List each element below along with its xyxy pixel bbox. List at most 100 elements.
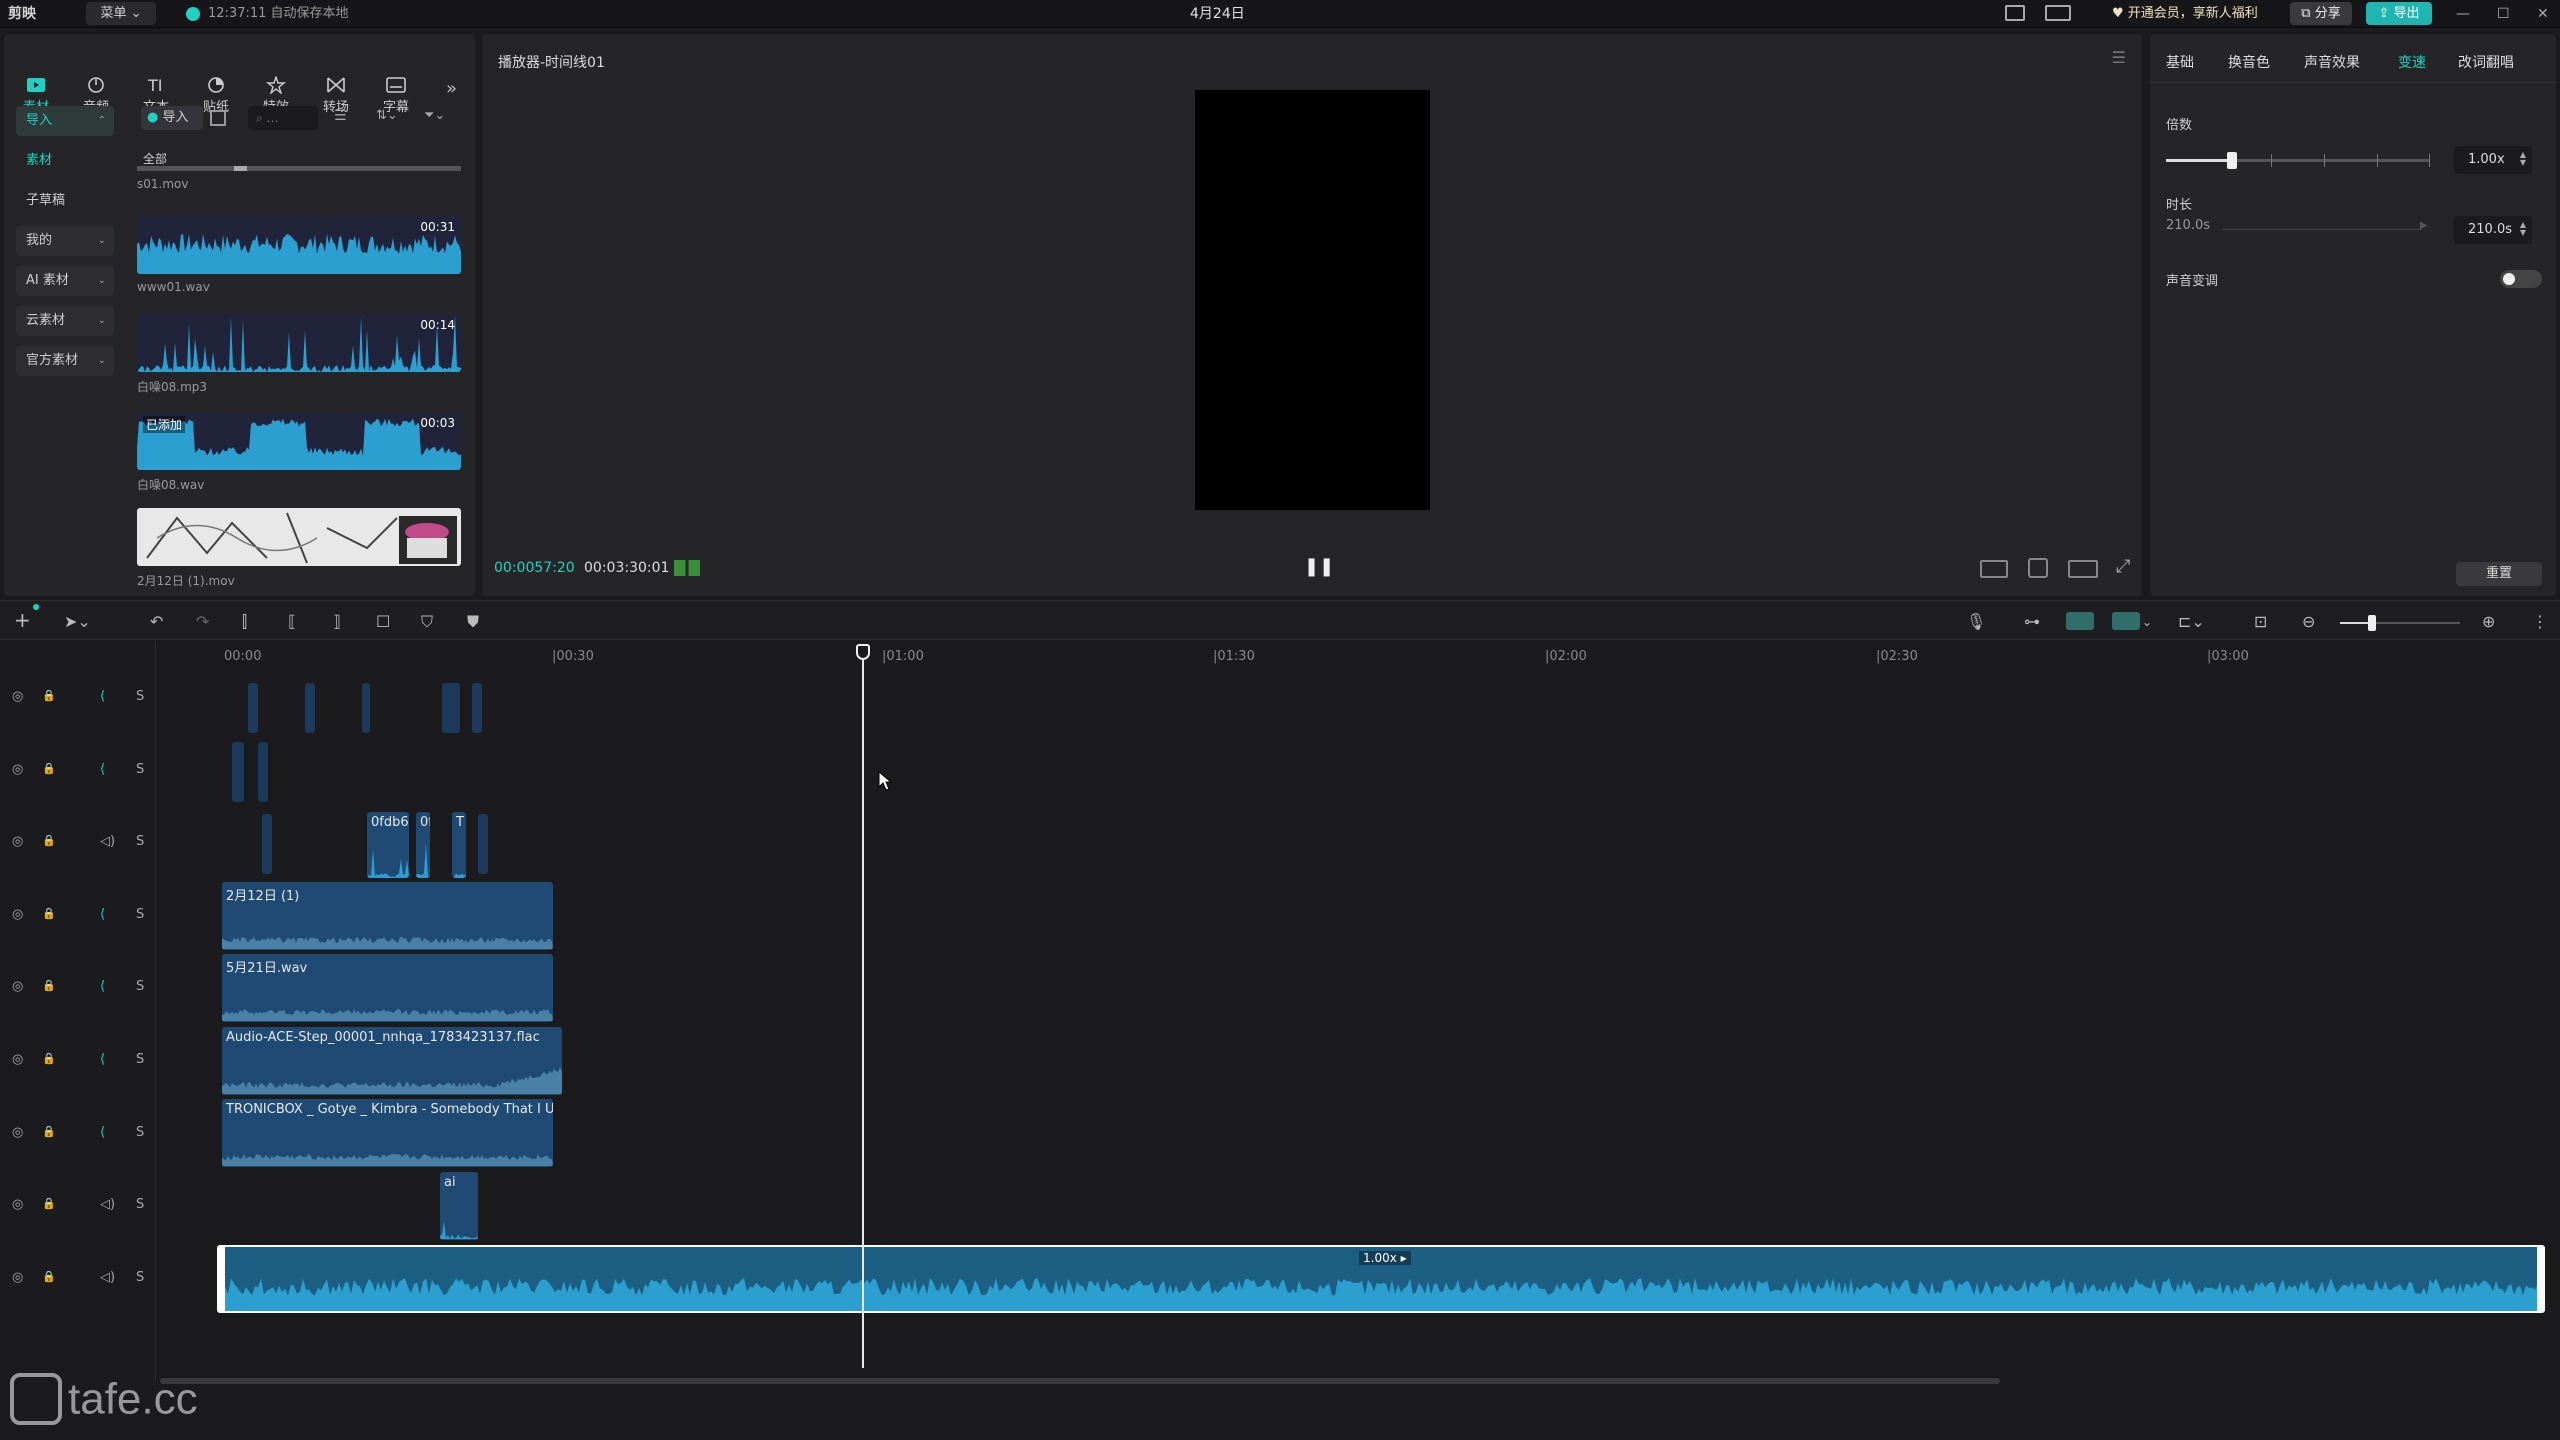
playhead-handle[interactable] bbox=[856, 644, 870, 660]
fit-icon[interactable]: ⊡ bbox=[2254, 612, 2267, 631]
timeline-clip[interactable]: 5月21日.wav bbox=[222, 954, 553, 1022]
link-icon[interactable]: ⊶ bbox=[2024, 612, 2040, 631]
sidebar-item-cloud[interactable]: 云素材 ⌄ bbox=[16, 306, 114, 336]
layout-icon[interactable] bbox=[2005, 5, 2025, 21]
timeline-clip[interactable] bbox=[248, 683, 258, 733]
sidebar-item-subdraft[interactable]: 子草稿 bbox=[16, 186, 114, 216]
volume-icon[interactable]: ◁) bbox=[100, 1270, 115, 1285]
filter-icon[interactable]: ⏷⌄ bbox=[424, 108, 445, 123]
volume-icon[interactable]: ⟨ bbox=[100, 762, 105, 777]
volume-icon[interactable]: ⟨ bbox=[100, 689, 105, 704]
minimize-icon[interactable]: — bbox=[2456, 0, 2470, 28]
chevron-down-icon[interactable]: ⌄ bbox=[2142, 615, 2152, 629]
zoom-slider-handle[interactable] bbox=[2368, 615, 2376, 631]
add-track-icon[interactable]: + bbox=[14, 608, 31, 632]
solo-icon[interactable]: S bbox=[136, 979, 144, 994]
timeline-clip[interactable]: 2月12日 (1) bbox=[222, 882, 553, 950]
solo-icon[interactable]: S bbox=[136, 689, 144, 704]
microphone-icon[interactable]: 🎙 bbox=[1966, 612, 1986, 631]
reset-button[interactable]: 重置 bbox=[2456, 562, 2542, 586]
redo-icon[interactable]: ↷ bbox=[196, 612, 209, 631]
mute-icon[interactable]: ◎ bbox=[12, 762, 23, 777]
clip-trim-left-handle[interactable] bbox=[219, 1247, 225, 1311]
timeline-clip[interactable] bbox=[362, 683, 370, 733]
solo-icon[interactable]: S bbox=[136, 1270, 144, 1285]
player-menu-icon[interactable]: ☰ bbox=[2112, 48, 2126, 67]
marker-icon[interactable]: ⛉ bbox=[421, 612, 433, 632]
more-tools-button[interactable]: » bbox=[446, 78, 457, 99]
sidebar-item-media[interactable]: 素材 bbox=[16, 146, 114, 176]
mute-icon[interactable]: ◎ bbox=[12, 1052, 23, 1067]
solo-icon[interactable]: S bbox=[136, 1125, 144, 1140]
lock-icon[interactable]: 🔒 bbox=[42, 1197, 56, 1210]
timeline-clip[interactable] bbox=[472, 683, 482, 733]
zoom-out-icon[interactable]: ⊖ bbox=[2302, 612, 2315, 631]
lock-icon[interactable]: 🔒 bbox=[42, 689, 56, 702]
sidebar-item-ai[interactable]: AI 素材 ⌄ bbox=[16, 266, 114, 296]
grid-view-icon[interactable] bbox=[210, 110, 226, 126]
timeline-clip[interactable]: Audio-ACE-Step_00001_nnhqa_1783423137.fl… bbox=[222, 1027, 562, 1095]
tab-basic[interactable]: 基础 bbox=[2166, 52, 2194, 72]
close-icon[interactable]: ✕ bbox=[2537, 0, 2549, 28]
share-button[interactable]: ⧉ 分享 bbox=[2290, 2, 2352, 25]
timeline-clip[interactable]: TRONICBOX _ Gotye _ Kimbra - Somebody Th… bbox=[222, 1099, 553, 1167]
speed-input[interactable]: 1.00x ▲ ▼ bbox=[2454, 146, 2532, 174]
tab-voice-change[interactable]: 换音色 bbox=[2228, 52, 2270, 72]
timeline-clip[interactable] bbox=[478, 814, 488, 874]
volume-icon[interactable]: ⟨ bbox=[100, 1052, 105, 1067]
mute-icon[interactable]: ◎ bbox=[12, 979, 23, 994]
sidebar-item-official[interactable]: 官方素材 ⌄ bbox=[16, 346, 114, 376]
lock-icon[interactable]: 🔒 bbox=[42, 834, 56, 847]
clip-trim-right-handle[interactable] bbox=[2537, 1247, 2543, 1311]
solo-icon[interactable]: S bbox=[136, 1052, 144, 1067]
timeline-clip[interactable]: 0fdb65 bbox=[367, 812, 409, 878]
timeline-clip[interactable] bbox=[258, 742, 268, 802]
media-item[interactable]: 00:31 www01.wav bbox=[137, 216, 461, 294]
fullscreen-icon[interactable]: ⤢ bbox=[2116, 556, 2130, 577]
video-preview[interactable] bbox=[1195, 90, 1430, 510]
mute-icon[interactable]: ◎ bbox=[12, 907, 23, 922]
export-button[interactable]: ⇪ 导出 bbox=[2366, 2, 2432, 25]
timeline-scrollbar[interactable] bbox=[160, 1378, 2000, 1384]
media-item[interactable]: 2月12日 (1).mov bbox=[137, 508, 461, 589]
sort-icon[interactable]: ⇅⌄ bbox=[376, 108, 398, 123]
pitch-toggle[interactable] bbox=[2500, 270, 2542, 288]
timeline-clip[interactable]: 0f bbox=[416, 812, 430, 878]
lock-icon[interactable]: 🔒 bbox=[42, 1125, 56, 1138]
layout-grid-icon[interactable] bbox=[2045, 5, 2071, 21]
media-item[interactable]: s01.mov bbox=[137, 166, 461, 191]
timeline-clip[interactable] bbox=[262, 814, 272, 874]
speed-slider[interactable] bbox=[2166, 152, 2430, 169]
snap-icon[interactable] bbox=[2066, 612, 2094, 630]
timeline-clip[interactable] bbox=[442, 683, 460, 733]
main-audio-clip[interactable]: 1.00x ▸ bbox=[217, 1245, 2545, 1313]
pause-icon[interactable]: ❚❚ bbox=[1304, 556, 1334, 577]
select-tool-icon[interactable]: ➤⌄ bbox=[64, 612, 91, 631]
delete-icon[interactable]: ☐ bbox=[376, 612, 390, 631]
volume-icon[interactable]: ⟨ bbox=[100, 907, 105, 922]
duration-input[interactable]: 210.0s ▲ ▼ bbox=[2454, 216, 2532, 244]
timeline-clip[interactable] bbox=[305, 683, 315, 733]
split-right-icon[interactable]: ⟧ bbox=[333, 612, 341, 631]
preview-axis-icon[interactable]: ⊏⌄ bbox=[2178, 612, 2205, 631]
menu-button[interactable]: 菜单 ⌄ bbox=[86, 2, 156, 25]
sidebar-item-import[interactable]: 导入 ⌃ bbox=[16, 106, 114, 136]
mute-icon[interactable]: ◎ bbox=[12, 1270, 23, 1285]
sidebar-item-mine[interactable]: 我的 ⌄ bbox=[16, 226, 114, 256]
mute-icon[interactable]: ◎ bbox=[12, 689, 23, 704]
maximize-icon[interactable]: ☐ bbox=[2497, 0, 2510, 28]
zoom-in-icon[interactable]: ⊕ bbox=[2482, 612, 2495, 631]
aspect-ratio-icon[interactable] bbox=[1980, 560, 2008, 578]
solo-icon[interactable]: S bbox=[136, 907, 144, 922]
volume-icon[interactable]: ⟨ bbox=[100, 979, 105, 994]
import-button[interactable]: ● 导入 bbox=[141, 106, 203, 130]
mute-icon[interactable]: ◎ bbox=[12, 1197, 23, 1212]
mute-icon[interactable]: ◎ bbox=[12, 834, 23, 849]
lock-icon[interactable]: 🔒 bbox=[42, 907, 56, 920]
tab-sound-effects[interactable]: 声音效果 bbox=[2304, 52, 2360, 72]
solo-icon[interactable]: S bbox=[136, 1197, 144, 1212]
vip-banner[interactable]: ♥ 开通会员，享新人福利 bbox=[2112, 0, 2258, 28]
split-icon[interactable]: ⫿ bbox=[242, 612, 247, 632]
shield-icon[interactable]: ⛊ bbox=[467, 612, 479, 632]
more-options-icon[interactable]: ⋮ bbox=[2532, 612, 2548, 631]
